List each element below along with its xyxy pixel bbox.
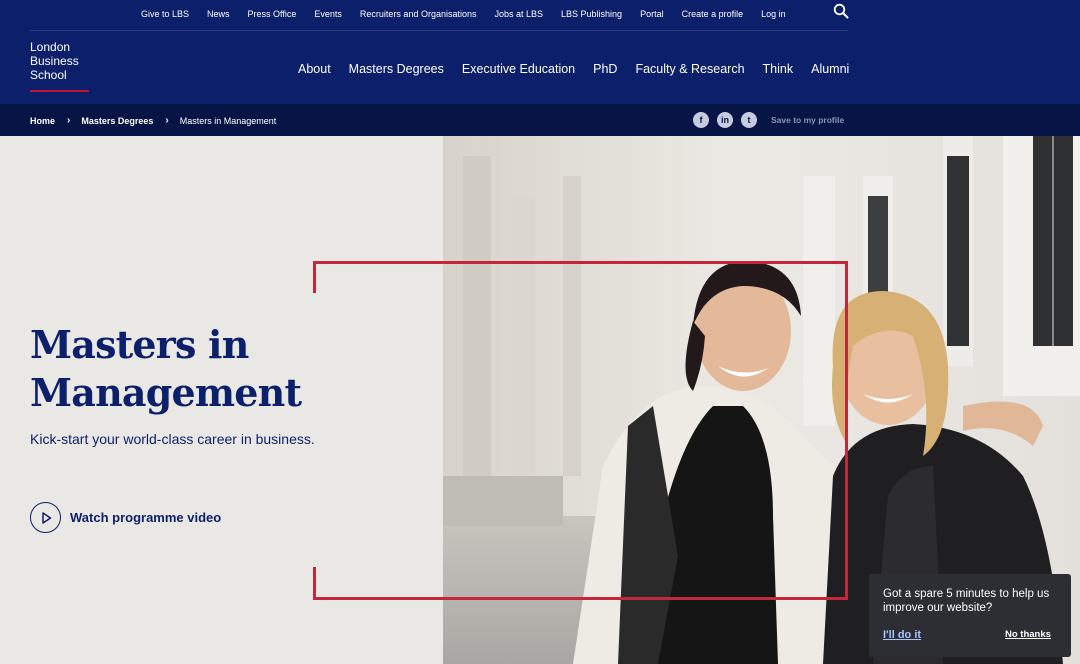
watch-video-button[interactable]: Watch programme video	[30, 502, 221, 533]
survey-decline-link[interactable]: No thanks	[1005, 629, 1051, 640]
save-to-profile-link[interactable]: Save to my profile	[771, 115, 844, 125]
frame-top	[313, 261, 848, 264]
utility-nav: Give to LBS News Press Office Events Rec…	[141, 9, 804, 19]
page-title: Masters in Management	[30, 321, 302, 417]
util-link-news[interactable]: News	[207, 9, 230, 19]
frame-left-top	[313, 261, 316, 293]
survey-message: Got a spare 5 minutes to help us improve…	[883, 588, 1050, 614]
logo-underline	[30, 90, 89, 92]
survey-accept-link[interactable]: I'll do it	[883, 629, 921, 641]
util-link-login[interactable]: Log in	[761, 9, 786, 19]
util-link-jobs[interactable]: Jobs at LBS	[494, 9, 543, 19]
nav-alumni[interactable]: Alumni	[811, 62, 849, 76]
nav-faculty-research[interactable]: Faculty & Research	[635, 62, 744, 76]
nav-masters-degrees[interactable]: Masters Degrees	[349, 62, 444, 76]
util-link-press-office[interactable]: Press Office	[248, 9, 297, 19]
twitter-icon[interactable]: t	[741, 112, 757, 128]
breadcrumb-masters-degrees[interactable]: Masters Degrees	[81, 116, 153, 126]
util-link-events[interactable]: Events	[314, 9, 342, 19]
frame-left-bottom	[313, 567, 316, 600]
nav-phd[interactable]: PhD	[593, 62, 617, 76]
linkedin-icon[interactable]: in	[717, 112, 733, 128]
breadcrumb-home[interactable]: Home	[30, 116, 55, 126]
nav-about[interactable]: About	[298, 62, 331, 76]
util-link-portal[interactable]: Portal	[640, 9, 664, 19]
chevron-right-icon: ›	[67, 115, 71, 126]
watch-video-label: Watch programme video	[70, 510, 222, 525]
frame-bottom	[313, 597, 848, 600]
nav-think[interactable]: Think	[763, 62, 794, 76]
breadcrumb-bar: Home › Masters Degrees › Masters in Mana…	[0, 104, 1080, 136]
title-line-2: Management	[30, 370, 302, 415]
nav-executive-education[interactable]: Executive Education	[462, 62, 575, 76]
frame-right	[845, 261, 848, 600]
utility-bar: Give to LBS News Press Office Events Rec…	[0, 0, 1080, 30]
logo-line-2: Business	[30, 54, 79, 68]
util-link-recruiters[interactable]: Recruiters and Organisations	[360, 9, 477, 19]
site-header: Give to LBS News Press Office Events Rec…	[0, 0, 1080, 104]
play-icon	[30, 502, 61, 533]
logo-line-3: School	[30, 68, 67, 82]
main-nav: About Masters Degrees Executive Educatio…	[298, 62, 867, 76]
util-link-create-profile[interactable]: Create a profile	[682, 9, 744, 19]
chevron-right-icon: ›	[165, 115, 169, 126]
search-icon[interactable]	[833, 3, 849, 19]
util-link-publishing[interactable]: LBS Publishing	[561, 9, 622, 19]
util-link-give[interactable]: Give to LBS	[141, 9, 189, 19]
title-line-1: Masters in	[30, 322, 249, 367]
facebook-icon[interactable]: f	[693, 112, 709, 128]
social-share: f in t	[693, 112, 757, 128]
survey-popup: Got a spare 5 minutes to help us improve…	[869, 574, 1071, 657]
breadcrumb-current: Masters in Management	[179, 115, 277, 126]
header-divider	[30, 30, 848, 31]
breadcrumb: Home › Masters Degrees › Masters in Mana…	[30, 115, 276, 126]
hero-subtitle: Kick-start your world-class career in bu…	[30, 431, 315, 447]
logo-line-1: London	[30, 40, 71, 54]
lbs-logo[interactable]: London Business School	[30, 40, 92, 92]
